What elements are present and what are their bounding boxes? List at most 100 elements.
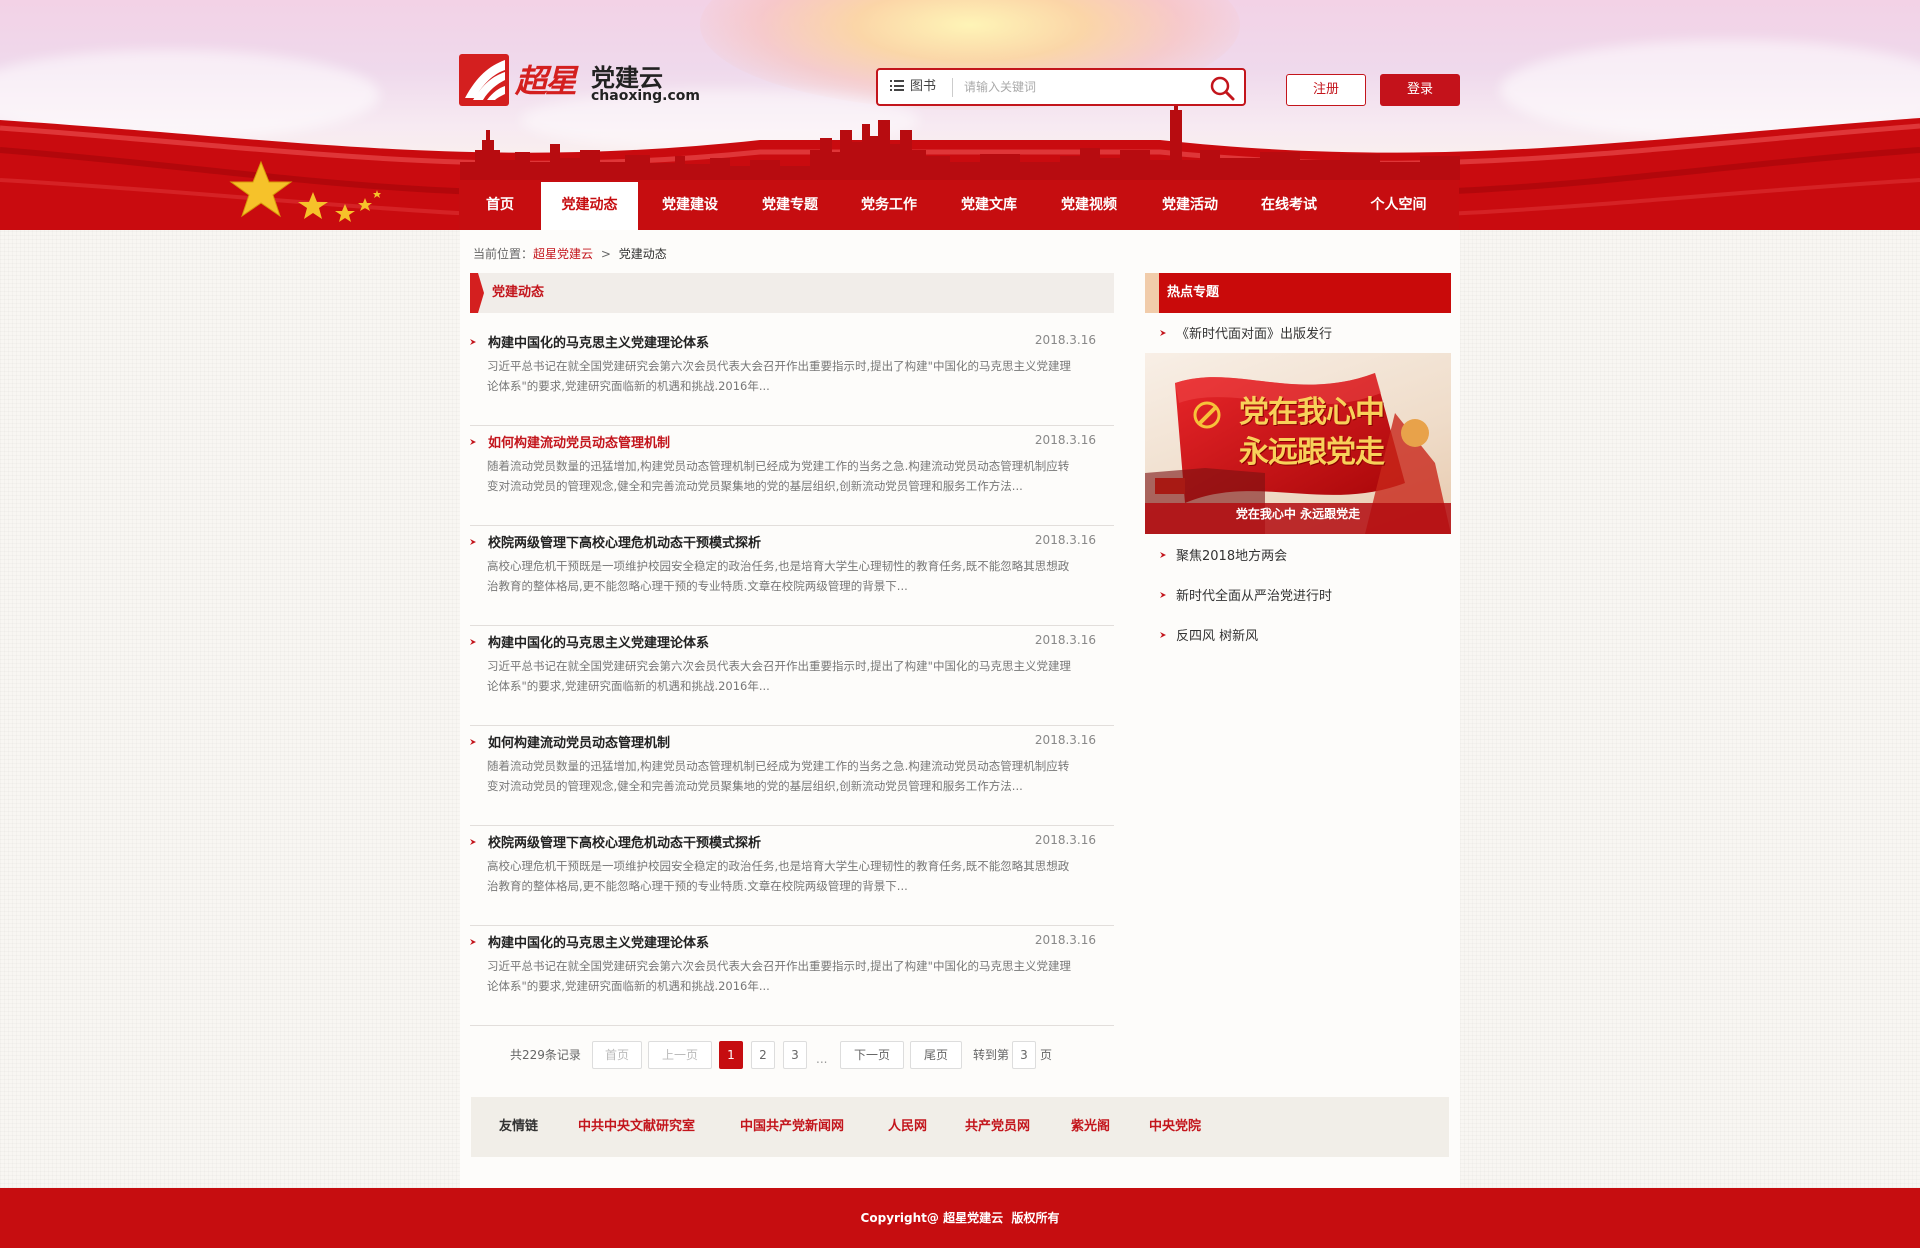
- page-button-1[interactable]: 1: [719, 1041, 743, 1069]
- article-summary: 习近平总书记在就全国党建研究会第六次会员代表大会召开作出重要指示时,提出了构建"…: [487, 659, 1071, 693]
- banner-headline-2: 永远跟党走: [1239, 435, 1385, 470]
- arrow-bullet-icon: [470, 539, 476, 545]
- search-category-dropdown[interactable]: 图书: [890, 70, 936, 104]
- breadcrumb-home-link[interactable]: 超星党建云: [533, 247, 593, 261]
- nav-item-party-news[interactable]: 党建动态: [541, 182, 638, 230]
- list-item[interactable]: 如何构建流动党员动态管理机制 2018.3.16 随着流动党员数量的迅猛增加,构…: [470, 426, 1114, 526]
- goto-page-input[interactable]: 3: [1012, 1041, 1036, 1069]
- nav-item-party-building[interactable]: 党建建设: [638, 180, 742, 230]
- site-logo[interactable]: 超星 党建云 chaoxing.com: [459, 54, 700, 110]
- arrow-bullet-icon: [470, 439, 476, 445]
- breadcrumb-current: 党建动态: [618, 247, 667, 261]
- article-title[interactable]: 校院两级管理下高校心理危机动态干预模式探析: [488, 532, 761, 551]
- prev-page-button[interactable]: 上一页: [648, 1041, 712, 1069]
- hot-topic-item[interactable]: 新时代全面从严治党进行时: [1160, 585, 1332, 604]
- list-item[interactable]: 构建中国化的马克思主义党建理论体系 2018.3.16 习近平总书记在就全国党建…: [470, 926, 1114, 1026]
- friend-links-bar: 友情链 中共中央文献研究室 中国共产党新闻网 人民网 共产党员网 紫光阁 中央党…: [471, 1097, 1449, 1157]
- article-summary: 习近平总书记在就全国党建研究会第六次会员代表大会召开作出重要指示时,提出了构建"…: [487, 359, 1071, 393]
- nav-item-party-topics[interactable]: 党建专题: [742, 180, 838, 230]
- nav-item-party-video[interactable]: 党建视频: [1038, 180, 1140, 230]
- banner-headline-1: 党在我心中: [1239, 395, 1385, 430]
- header-banner: 超星 党建云 chaoxing.com 图书 注册 登录 首页 党建动态 党建建…: [0, 0, 1920, 230]
- article-title[interactable]: 构建中国化的马克思主义党建理论体系: [488, 632, 709, 651]
- search-box: 图书: [876, 68, 1246, 106]
- article-summary: 随着流动党员数量的迅猛增加,构建党员动态管理机制已经成为党建工作的当务之急.构建…: [487, 759, 1070, 793]
- hot-topic-label: 反四风 树新风: [1176, 629, 1259, 644]
- article-summary: 习近平总书记在就全国党建研究会第六次会员代表大会召开作出重要指示时,提出了构建"…: [487, 959, 1071, 993]
- register-button[interactable]: 注册: [1286, 74, 1366, 106]
- pagination-ellipsis: ...: [816, 1052, 828, 1066]
- login-button[interactable]: 登录: [1380, 74, 1460, 106]
- hot-topics-header: 热点专题: [1145, 273, 1451, 313]
- article-summary: 随着流动党员数量的迅猛增加,构建党员动态管理机制已经成为党建工作的当务之急.构建…: [487, 459, 1070, 493]
- article-date: 2018.3.16: [1034, 333, 1096, 347]
- friend-link[interactable]: 中共中央文献研究室: [578, 1097, 695, 1157]
- article-date: 2018.3.16: [1034, 933, 1096, 947]
- hot-topic-banner[interactable]: 党在我心中 永远跟党走 党在我心中 永远跟党走: [1145, 353, 1451, 534]
- nav-item-party-activities[interactable]: 党建活动: [1140, 180, 1240, 230]
- pagination: 共229条记录 首页 上一页 1 2 3 ... 下一页 尾页 转到第 3 页: [470, 1041, 1114, 1069]
- friend-links-label: 友情链: [499, 1119, 539, 1134]
- hot-topic-label: 《新时代面对面》出版发行: [1176, 327, 1333, 342]
- footer: Copyright@ 超星党建云 版权所有: [0, 1188, 1920, 1248]
- article-title[interactable]: 校院两级管理下高校心理危机动态干预模式探析: [488, 832, 761, 851]
- list-icon: [890, 80, 904, 91]
- friend-link[interactable]: 中国共产党新闻网: [740, 1097, 844, 1157]
- nav-item-online-exam[interactable]: 在线考试: [1240, 180, 1338, 230]
- nav-item-party-affairs[interactable]: 党务工作: [838, 180, 940, 230]
- arrow-bullet-icon: [1160, 592, 1166, 598]
- banner-caption: 党在我心中 永远跟党走: [1235, 507, 1361, 521]
- hot-topic-label: 聚焦2018地方两会: [1176, 549, 1288, 564]
- breadcrumb-separator: >: [600, 247, 611, 261]
- friend-link[interactable]: 人民网: [888, 1097, 927, 1157]
- arrow-bullet-icon: [470, 739, 476, 745]
- arrow-bullet-icon: [470, 839, 476, 845]
- nav-item-home[interactable]: 首页: [459, 180, 541, 230]
- page-button-2[interactable]: 2: [751, 1041, 775, 1069]
- arrow-bullet-icon: [470, 639, 476, 645]
- friend-link[interactable]: 共产党员网: [965, 1097, 1030, 1157]
- goto-label: 转到第: [973, 1048, 1010, 1062]
- hot-topic-item[interactable]: 反四风 树新风: [1160, 625, 1258, 644]
- hot-topic-label: 新时代全面从严治党进行时: [1176, 589, 1333, 604]
- section-header: 党建动态: [470, 273, 1114, 313]
- friend-link[interactable]: 紫光阁: [1071, 1097, 1110, 1157]
- arrow-bullet-icon: [1160, 330, 1166, 336]
- page-button-3[interactable]: 3: [783, 1041, 807, 1069]
- breadcrumb: 当前位置：超星党建云 > 党建动态: [473, 245, 667, 262]
- article-title[interactable]: 如何构建流动党员动态管理机制: [488, 732, 670, 751]
- list-item[interactable]: 校院两级管理下高校心理危机动态干预模式探析 2018.3.16 高校心理危机干预…: [470, 526, 1114, 626]
- list-item[interactable]: 构建中国化的马克思主义党建理论体系 2018.3.16 习近平总书记在就全国党建…: [470, 326, 1114, 426]
- search-divider: [952, 78, 953, 97]
- search-category-label: 图书: [910, 79, 937, 94]
- logo-cn-text: 超星: [515, 62, 577, 100]
- hot-topic-item[interactable]: 聚焦2018地方两会: [1160, 545, 1287, 564]
- hot-topic-item[interactable]: 《新时代面对面》出版发行: [1160, 323, 1332, 342]
- friend-link[interactable]: 中央党院: [1149, 1097, 1201, 1157]
- last-page-button[interactable]: 尾页: [910, 1041, 962, 1069]
- article-date: 2018.3.16: [1034, 433, 1096, 447]
- list-item[interactable]: 如何构建流动党员动态管理机制 2018.3.16 随着流动党员数量的迅猛增加,构…: [470, 726, 1114, 826]
- article-summary: 高校心理危机干预既是一项维护校园安全稳定的政治任务,也是培育大学生心理韧性的教育…: [487, 859, 1070, 893]
- next-page-button[interactable]: 下一页: [840, 1041, 904, 1069]
- article-title[interactable]: 构建中国化的马克思主义党建理论体系: [488, 932, 709, 951]
- arrow-bullet-icon: [1160, 632, 1166, 638]
- article-title[interactable]: 如何构建流动党员动态管理机制: [488, 432, 670, 451]
- list-item[interactable]: 构建中国化的马克思主义党建理论体系 2018.3.16 习近平总书记在就全国党建…: [470, 626, 1114, 726]
- article-date: 2018.3.16: [1034, 533, 1096, 547]
- stars-decoration: [229, 160, 381, 222]
- arrow-bullet-icon: [1160, 552, 1166, 558]
- nav-item-personal-space[interactable]: 个人空间: [1338, 180, 1459, 230]
- section-header-marker: [470, 273, 484, 313]
- article-date: 2018.3.16: [1034, 633, 1096, 647]
- article-title[interactable]: 构建中国化的马克思主义党建理论体系: [488, 332, 709, 351]
- nav-item-party-library[interactable]: 党建文库: [940, 180, 1038, 230]
- skyline-silhouette: [460, 100, 1460, 180]
- first-page-button[interactable]: 首页: [592, 1041, 642, 1069]
- section-title: 党建动态: [492, 285, 545, 300]
- footer-copyright: Copyright@ 超星党建云 版权所有: [860, 1211, 1060, 1225]
- list-item[interactable]: 校院两级管理下高校心理危机动态干预模式探析 2018.3.16 高校心理危机干预…: [470, 826, 1114, 926]
- search-input[interactable]: [964, 76, 1194, 98]
- search-icon[interactable]: [1208, 74, 1236, 102]
- article-date: 2018.3.16: [1034, 733, 1096, 747]
